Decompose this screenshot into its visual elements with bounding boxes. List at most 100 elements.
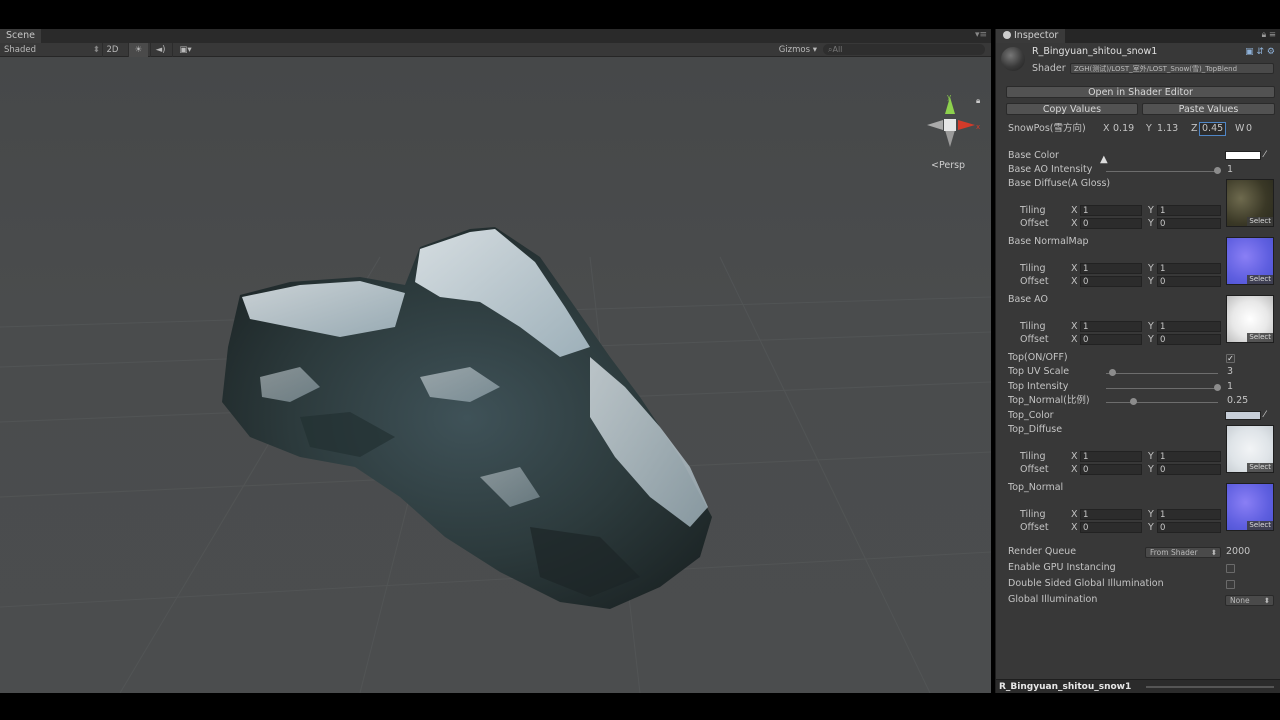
inspector-tabbar: Inspector 🔒︎ ≡	[996, 29, 1280, 43]
panel-menu-icon[interactable]: ▾≡	[975, 30, 987, 40]
snow-rock-model[interactable]	[222, 227, 712, 609]
scene-viewport[interactable]: y x 🔒︎ <Persp	[0, 57, 991, 693]
base-normal-tiling-y[interactable]: 1	[1157, 263, 1221, 274]
top-diffuse-tiling-y[interactable]: 1	[1157, 451, 1221, 462]
tiling-y-axis: Y	[1148, 451, 1154, 462]
select-button[interactable]: Select	[1247, 521, 1273, 530]
base-diffuse-tiling-x[interactable]: 1	[1080, 205, 1142, 216]
base-diffuse-offset-y[interactable]: 0	[1157, 218, 1221, 229]
effects-toggle-icon[interactable]: ▣▾	[172, 43, 198, 57]
base-normalmap-thumbnail[interactable]: Select	[1226, 237, 1274, 285]
projection-toggle[interactable]: <Persp	[931, 160, 965, 171]
lighting-toggle-icon[interactable]: ☀	[128, 43, 148, 57]
top-diffuse-offset-y[interactable]: 0	[1157, 464, 1221, 475]
base-diffuse-tiling-y[interactable]: 1	[1157, 205, 1221, 216]
top-diffuse-offset-x[interactable]: 0	[1080, 464, 1142, 475]
base-diffuse-offset-x[interactable]: 0	[1080, 218, 1142, 229]
select-button[interactable]: Select	[1247, 463, 1273, 472]
offset-x-axis: X	[1071, 334, 1078, 345]
global-illumination-dropdown[interactable]: None ⬍	[1225, 595, 1274, 606]
base-normal-tiling-x[interactable]: 1	[1080, 263, 1142, 274]
render-queue-value[interactable]: 2000	[1226, 546, 1250, 558]
top-intensity-value[interactable]: 1	[1227, 381, 1233, 393]
select-button[interactable]: Select	[1247, 275, 1273, 284]
top-normal-thumbnail[interactable]: Select	[1226, 483, 1274, 531]
double-sided-gi-label: Double Sided Global Illumination	[1008, 578, 1164, 589]
top-normal-slider-knob[interactable]	[1130, 398, 1137, 405]
material-header-icons[interactable]: ▣ ⇵ ⚙	[1245, 47, 1275, 57]
top-intensity-slider-track[interactable]	[1106, 388, 1218, 389]
dropdown-arrow-icon: ⬍	[1210, 548, 1217, 557]
base-ao-slider-track[interactable]	[1106, 171, 1218, 172]
top-uv-scale-slider-track[interactable]	[1106, 373, 1218, 374]
bottom-letterbox	[0, 693, 1280, 720]
eyedropper-icon[interactable]: ⁄	[1264, 410, 1266, 420]
gizmos-label: Gizmos	[778, 45, 811, 55]
tab-inspector[interactable]: Inspector	[996, 29, 1066, 43]
offset-y-axis: Y	[1148, 522, 1154, 533]
inspector-lock-menu-icon[interactable]: 🔒︎ ≡	[1262, 30, 1276, 40]
top-uv-scale-value[interactable]: 3	[1227, 366, 1233, 378]
top-on-off-checkbox[interactable]: ✓	[1226, 354, 1235, 363]
snowpos-x-field[interactable]: 0.19	[1113, 123, 1134, 135]
offset-x-axis: X	[1071, 218, 1078, 229]
snowpos-z-axis: Z	[1191, 123, 1198, 134]
tiling-y-axis: Y	[1148, 509, 1154, 520]
render-queue-dropdown[interactable]: From Shader ⬍	[1145, 547, 1221, 558]
offset-x-axis: X	[1071, 522, 1078, 533]
base-ao-offset-y[interactable]: 0	[1157, 334, 1221, 345]
top-normal-ratio-value[interactable]: 0.25	[1227, 395, 1248, 407]
audio-toggle-icon[interactable]: ◄)	[150, 43, 170, 57]
preview-drag-handle[interactable]	[1146, 686, 1274, 688]
base-ao-intensity-value[interactable]: 1	[1227, 164, 1233, 176]
base-normal-offset-x[interactable]: 0	[1080, 276, 1142, 287]
2d-toggle[interactable]: 2D	[102, 43, 122, 57]
top-color-swatch[interactable]	[1225, 411, 1261, 420]
top-normal-offset-x[interactable]: 0	[1080, 522, 1142, 533]
top-uv-scale-slider-knob[interactable]	[1109, 369, 1116, 376]
material-preview-bar[interactable]: R_Bingyuan_shitou_snow1	[996, 679, 1280, 693]
shader-dropdown[interactable]: ZGH(测试)/LOST_室外/LOST_Snow(雪)_TopBlend	[1070, 63, 1274, 74]
open-shader-editor-button[interactable]: Open in Shader Editor	[1006, 86, 1275, 98]
double-sided-gi-checkbox[interactable]	[1226, 580, 1235, 589]
top-normal-offset-y[interactable]: 0	[1157, 522, 1221, 533]
base-normalmap-label: Base NormalMap	[1008, 236, 1089, 247]
top-normal-tiling-y[interactable]: 1	[1157, 509, 1221, 520]
gpu-instancing-checkbox[interactable]	[1226, 564, 1235, 573]
offset-label: Offset	[1020, 522, 1049, 533]
snowpos-w-field[interactable]: 0	[1246, 123, 1252, 135]
top-diffuse-thumbnail[interactable]: Select	[1226, 425, 1274, 473]
top-intensity-slider-knob[interactable]	[1214, 384, 1221, 391]
base-ao-slider-knob[interactable]	[1214, 167, 1221, 174]
snowpos-y-field[interactable]: 1.13	[1157, 123, 1178, 135]
shading-mode-dropdown[interactable]: Shaded ⬍	[4, 43, 100, 57]
base-normal-offset-y[interactable]: 0	[1157, 276, 1221, 287]
snowpos-w-axis: W	[1235, 123, 1245, 134]
paste-values-button[interactable]: Paste Values	[1142, 103, 1275, 115]
snowpos-z-field[interactable]: 0.45	[1199, 122, 1227, 136]
orientation-gizmo[interactable]: y x 🔒︎	[927, 93, 980, 147]
base-diffuse-thumbnail[interactable]: Select	[1226, 179, 1274, 227]
top-normal-slider-track[interactable]	[1106, 402, 1218, 403]
copy-values-button[interactable]: Copy Values	[1006, 103, 1138, 115]
svg-text:x: x	[976, 123, 980, 131]
snowpos-label: SnowPos(雪方向)	[1008, 123, 1086, 134]
base-ao-thumbnail[interactable]: Select	[1226, 295, 1274, 343]
base-ao-label: Base AO	[1008, 294, 1048, 305]
top-normal-tiling-x[interactable]: 1	[1080, 509, 1142, 520]
select-button[interactable]: Select	[1247, 217, 1273, 226]
top-diffuse-tiling-x[interactable]: 1	[1080, 451, 1142, 462]
base-ao-offset-x[interactable]: 0	[1080, 334, 1142, 345]
material-name: R_Bingyuan_shitou_snow1	[1032, 46, 1158, 57]
base-ao-tiling-y[interactable]: 1	[1157, 321, 1221, 332]
tab-scene[interactable]: Scene	[0, 29, 41, 43]
gizmos-dropdown[interactable]: Gizmos ▾	[779, 43, 817, 57]
eyedropper-icon[interactable]: ⁄	[1264, 150, 1266, 160]
scene-search-input[interactable]: ⌕All	[823, 44, 985, 55]
snowpos-y-axis: Y	[1146, 123, 1152, 134]
base-color-swatch[interactable]	[1225, 151, 1261, 160]
tiling-label: Tiling	[1020, 205, 1046, 216]
base-diffuse-label: Base Diffuse(A Gloss)	[1008, 178, 1111, 189]
select-button[interactable]: Select	[1247, 333, 1273, 342]
base-ao-tiling-x[interactable]: 1	[1080, 321, 1142, 332]
